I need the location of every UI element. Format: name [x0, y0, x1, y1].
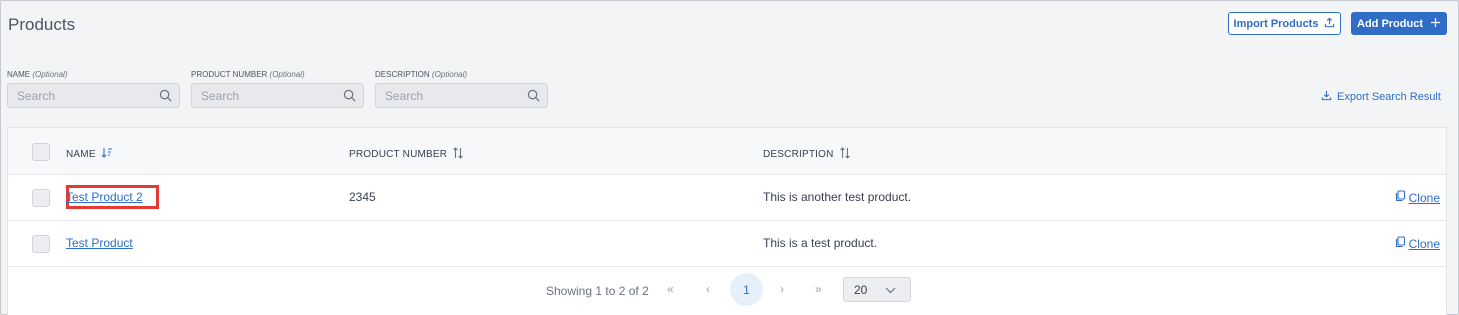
product-name-link[interactable]: Test Product 2: [66, 190, 143, 204]
name-search-field[interactable]: [7, 83, 180, 108]
products-table: NAME PRODUCT NUMBER DESCRIPTION Test Pro…: [7, 127, 1447, 315]
product-number-cell: 2345: [349, 190, 376, 204]
row-checkbox[interactable]: [32, 189, 50, 207]
search-icon: [527, 89, 540, 107]
column-header-description-label: DESCRIPTION: [763, 149, 834, 160]
column-header-product-number[interactable]: PRODUCT NUMBER: [349, 147, 464, 162]
product-number-search-input[interactable]: [192, 84, 332, 107]
column-header-name[interactable]: NAME: [66, 147, 113, 161]
table-header: NAME PRODUCT NUMBER DESCRIPTION: [8, 128, 1446, 175]
sort-icon: [452, 147, 464, 162]
description-search-field[interactable]: [375, 83, 548, 108]
last-page-button[interactable]: »: [815, 282, 822, 296]
row-checkbox[interactable]: [32, 235, 50, 253]
add-product-label: Add Product: [1357, 17, 1423, 30]
filter-name-label: NAME (Optional): [7, 70, 68, 79]
sort-descending-icon: [101, 147, 113, 161]
clone-label: Clone: [1408, 190, 1440, 205]
import-products-button[interactable]: Import Products: [1228, 12, 1341, 35]
pagination-summary: Showing 1 to 2 of 2: [546, 284, 649, 298]
column-header-product-number-label: PRODUCT NUMBER: [349, 149, 448, 160]
previous-page-button[interactable]: ‹: [706, 282, 710, 296]
page-size-select[interactable]: 20: [843, 277, 911, 302]
page-1-button[interactable]: 1: [730, 273, 763, 306]
export-search-result-link[interactable]: Export Search Result: [1321, 90, 1441, 104]
filter-description-label: DESCRIPTION (Optional): [375, 70, 468, 79]
product-name-link[interactable]: Test Product: [66, 236, 133, 250]
description-cell: This is another test product.: [763, 190, 912, 204]
upload-icon: [1324, 17, 1335, 31]
search-icon: [343, 89, 356, 107]
table-row: Test Product 2 2345 This is another test…: [8, 175, 1446, 221]
filter-description: DESCRIPTION (Optional): [375, 70, 548, 108]
page-title: Products: [8, 15, 76, 34]
add-product-button[interactable]: Add Product: [1351, 12, 1447, 35]
chevron-down-icon: [885, 283, 896, 297]
filter-name: NAME (Optional): [7, 70, 180, 108]
copy-icon: [1395, 190, 1406, 205]
name-search-input[interactable]: [8, 84, 148, 107]
copy-icon: [1395, 236, 1406, 251]
pagination: Showing 1 to 2 of 2 « ‹ 1 › » 20: [8, 267, 1446, 313]
first-page-button[interactable]: «: [667, 282, 674, 296]
export-label: Export Search Result: [1337, 91, 1441, 103]
filter-product-number: PRODUCT NUMBER (Optional): [191, 70, 364, 108]
sort-icon: [839, 147, 851, 162]
description-search-input[interactable]: [376, 84, 516, 107]
clone-label: Clone: [1408, 236, 1440, 251]
next-page-button[interactable]: ›: [780, 282, 784, 296]
clone-button[interactable]: Clone: [1395, 236, 1440, 251]
page-size-value: 20: [854, 282, 868, 297]
download-icon: [1321, 90, 1332, 104]
search-icon: [159, 89, 172, 107]
plus-icon: [1430, 17, 1441, 31]
clone-button[interactable]: Clone: [1395, 190, 1440, 205]
description-cell: This is a test product.: [763, 236, 878, 250]
table-row: Test Product This is a test product. Clo…: [8, 221, 1446, 267]
column-header-name-label: NAME: [66, 148, 96, 160]
column-header-description[interactable]: DESCRIPTION: [763, 147, 851, 162]
product-number-search-field[interactable]: [191, 83, 364, 108]
import-products-label: Import Products: [1233, 17, 1319, 30]
filter-product-number-label: PRODUCT NUMBER (Optional): [191, 70, 305, 79]
select-all-checkbox[interactable]: [32, 143, 50, 161]
